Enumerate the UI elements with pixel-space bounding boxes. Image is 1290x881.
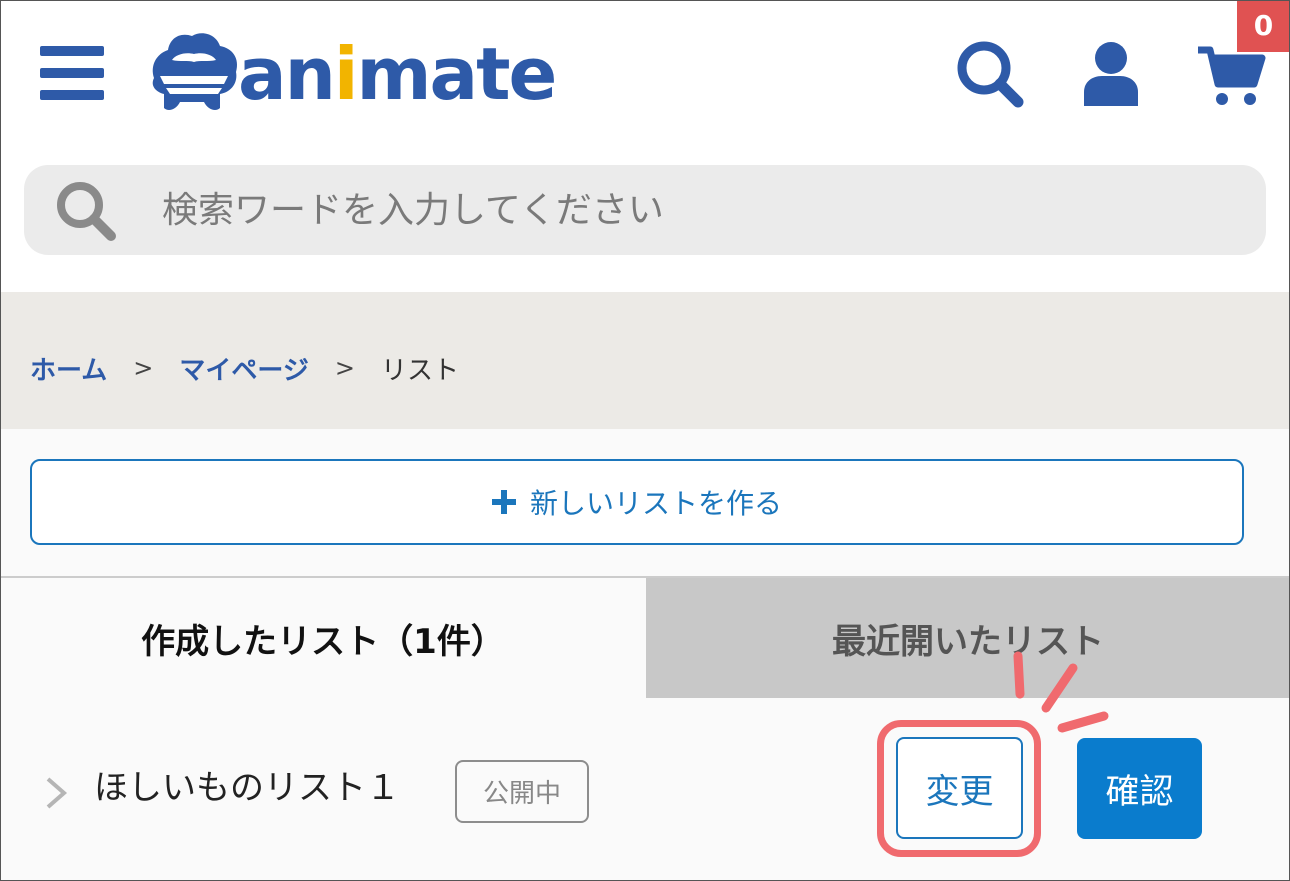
list-name[interactable]: ほしいものリスト１: [94, 765, 400, 811]
breadcrumb-separator: >: [334, 354, 355, 382]
tab-created-lists-label: 作成したリスト（1件）: [141, 621, 505, 662]
cart-count-badge: 0: [1237, 0, 1290, 52]
search-input[interactable]: [162, 165, 1242, 255]
search-bar-icon: [57, 182, 116, 241]
breadcrumb-mypage-link[interactable]: マイページ: [179, 350, 308, 387]
logo-mascot-icon: [152, 33, 238, 111]
breadcrumb-separator: >: [133, 354, 154, 382]
status-badge: 公開中: [455, 760, 589, 823]
confirm-button[interactable]: 確認: [1077, 738, 1202, 839]
tab-created-lists[interactable]: 作成したリスト（1件）: [0, 578, 646, 698]
user-icon[interactable]: [1082, 40, 1140, 106]
breadcrumb-current: リスト: [380, 355, 459, 386]
site-header: animate 0: [0, 0, 1290, 150]
tab-recent-lists-label: 最近開いたリスト: [832, 621, 1104, 662]
logo-wordmark: animate: [238, 32, 557, 116]
create-new-list-button[interactable]: 新しいリストを作る: [30, 459, 1244, 545]
breadcrumb: ホーム > マイページ > リスト: [30, 350, 459, 386]
search-icon[interactable]: [956, 40, 1026, 110]
plus-icon: [491, 490, 516, 514]
cart-icon[interactable]: [1196, 44, 1266, 108]
tab-recent-lists[interactable]: 最近開いたリスト: [646, 578, 1290, 698]
highlight-annotation: [877, 720, 1041, 857]
hamburger-menu-icon[interactable]: [40, 46, 104, 100]
animate-logo[interactable]: animate: [146, 30, 557, 114]
breadcrumb-home-link[interactable]: ホーム: [30, 350, 107, 387]
chevron-right-icon: [46, 777, 68, 809]
search-bar: [24, 165, 1266, 255]
create-new-list-label: 新しいリストを作る: [529, 487, 782, 520]
